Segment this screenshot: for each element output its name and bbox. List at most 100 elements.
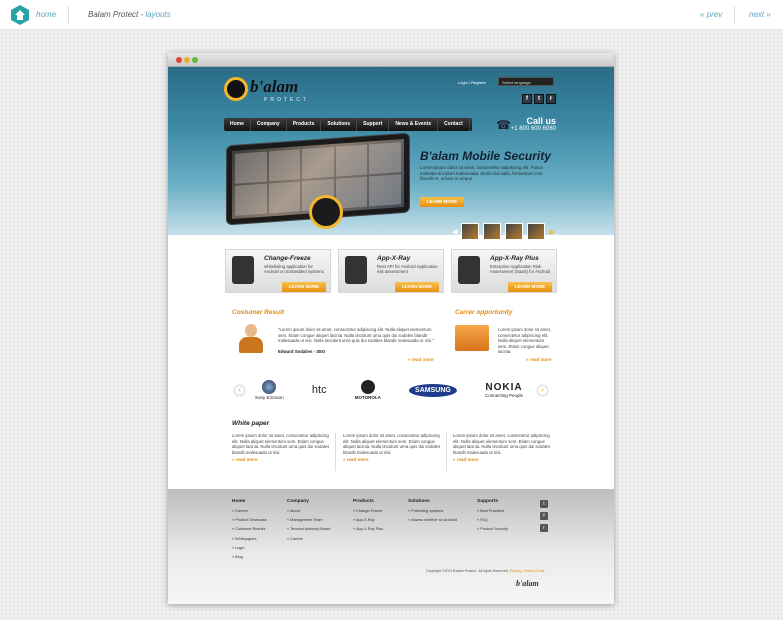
whitepaper-text: Lorem ipsum dolor sit amet, consectetur … <box>232 433 330 455</box>
top-bar: home Balam Protect - layouts « prev next… <box>0 0 783 30</box>
footer-link[interactable]: » Tecnical Advisory Board <box>287 527 330 531</box>
feature-card: App-X-Ray Rest API for Android Applicati… <box>338 249 444 293</box>
feature-title: Change-Freeze <box>264 255 311 262</box>
nav-home[interactable]: Home <box>224 118 251 131</box>
whitepaper-col: Lorem ipsum dolor sit amet, consectetur … <box>453 433 553 462</box>
feature-learn-more-button[interactable]: LEARN MORE <box>508 282 552 292</box>
career-title: Carrer opportunity <box>455 309 513 316</box>
call-us: Call us +1 800 600 6060 <box>506 116 556 132</box>
phone-number: +1 800 600 6060 <box>510 126 556 132</box>
footer-link[interactable]: » Product Security <box>477 527 508 531</box>
footer-col-products: Products » Change-Freeze » App-X-Ray » A… <box>353 499 383 537</box>
close-dot[interactable] <box>176 57 182 63</box>
footer-link[interactable]: » Change-Freeze <box>353 509 383 513</box>
site-footer: Home » Carrers » Product Showcase » Cust… <box>168 489 614 604</box>
next-arrow-icon[interactable]: ▶ <box>549 228 554 236</box>
copyright-text: Copyright ©2011 B'alam Protect . All rig… <box>426 569 509 573</box>
divider <box>68 6 69 24</box>
divider <box>446 433 447 471</box>
slider-thumb[interactable] <box>527 223 546 240</box>
nav-news-events[interactable]: News & Events <box>389 118 439 131</box>
footer-link[interactable]: » Customer Results <box>232 527 267 531</box>
next-link[interactable]: next » <box>749 10 771 19</box>
customer-read-more[interactable]: » read more <box>408 357 434 362</box>
feature-title: App-X-Ray <box>377 255 411 262</box>
prev-arrow-icon[interactable]: ◀ <box>452 228 457 236</box>
twitter-icon[interactable]: t <box>534 94 544 104</box>
career-read-more[interactable]: » read more <box>526 357 552 362</box>
maximize-dot[interactable] <box>192 57 198 63</box>
main-nav: Home Company Products Solutions Support … <box>224 118 472 131</box>
footer-link[interactable]: » Blog <box>232 555 267 559</box>
footer-link[interactable]: » App-X-Ray <box>353 518 383 522</box>
footer-col-home: Home » Carrers » Product Showcase » Cust… <box>232 499 267 564</box>
customer-avatar-icon <box>238 324 264 354</box>
prev-link[interactable]: « prev <box>700 10 722 19</box>
career-text: Lorem ipsum dolor sit amet, consectetur … <box>498 327 552 354</box>
brand-logos: Sony Ericsson htc MOTOROLA SAMSUNG NOKIA… <box>231 375 547 405</box>
footer-col-solutions: Solutions » Protecting systems » Assess … <box>408 499 457 527</box>
whitepaper-col: Lorem ipsum dolor sit amet, consectetur … <box>343 433 443 462</box>
facebook-icon[interactable]: f <box>540 512 548 520</box>
whitepaper-text: Lorem ipsum dolor sit amet, consectetur … <box>453 433 551 455</box>
home-link[interactable]: home <box>36 10 56 19</box>
whitepaper-col: Lorem ipsum dolor sit amet, consectetur … <box>232 433 332 462</box>
hero-title: B'alam Mobile Security <box>420 149 551 163</box>
footer-link[interactable]: » Whitepapers <box>232 537 267 541</box>
footer-link[interactable]: » Login <box>232 546 267 550</box>
folder-icon <box>455 325 489 351</box>
feature-desc: Rest API for Android Application risk as… <box>377 264 438 274</box>
footer-link[interactable]: » Management Team <box>287 518 330 522</box>
feature-title: App-X-Ray Plus <box>490 255 539 262</box>
feature-learn-more-button[interactable]: LEARN MORE <box>282 282 326 292</box>
brands-next-icon[interactable]: › <box>537 385 548 396</box>
legal-links[interactable]: Privacy | Terms of Use <box>510 569 545 573</box>
tablet-icon <box>232 256 254 284</box>
slider-thumb[interactable] <box>461 223 480 240</box>
slider-thumb[interactable] <box>483 223 502 240</box>
footer-link[interactable]: » Best Practices <box>477 509 508 513</box>
phone-plus-icon <box>458 256 480 284</box>
footer-heading: Supports <box>477 499 499 504</box>
hero-badge-icon <box>309 195 343 229</box>
minimize-dot[interactable] <box>184 57 190 63</box>
nav-solutions[interactable]: Solutions <box>321 118 358 131</box>
whitepaper-read-more[interactable]: » read more <box>232 457 332 462</box>
whitepaper-read-more[interactable]: » read more <box>453 457 553 462</box>
nav-company[interactable]: Company <box>251 118 287 131</box>
slider-thumb[interactable] <box>505 223 524 240</box>
twitter-icon[interactable]: t <box>540 500 548 508</box>
footer-link[interactable]: » Carrers <box>287 537 330 541</box>
login-link[interactable]: Login / Register <box>458 80 486 85</box>
whitepaper-read-more[interactable]: » read more <box>343 457 443 462</box>
page-title: Balam Protect - layouts <box>88 10 171 19</box>
rss-icon[interactable]: r <box>540 524 548 532</box>
brand-motorola: MOTOROLA <box>355 380 381 400</box>
footer-link[interactable]: » App-X-Ray Plus <box>353 527 383 531</box>
nav-support[interactable]: Support <box>357 118 390 131</box>
footer-logo[interactable]: b'alam <box>516 579 539 588</box>
footer-link[interactable]: » Protecting systems <box>408 509 457 513</box>
rss-icon[interactable]: r <box>546 94 556 104</box>
footer-link[interactable]: » About <box>287 509 330 513</box>
footer-link[interactable]: » Product Showcase <box>232 518 267 522</box>
feature-learn-more-button[interactable]: LEARN MORE <box>395 282 439 292</box>
logo-sub: PROTECT <box>264 97 309 103</box>
footer-heading: Solutions <box>408 499 430 504</box>
footer-link[interactable]: » FAQ <box>477 518 508 522</box>
footer-link[interactable]: » Assess whether an Android <box>408 518 457 522</box>
customer-title: Costumer Result <box>232 309 285 316</box>
language-select[interactable]: Select language <box>498 77 554 86</box>
nav-contact[interactable]: Contact <box>438 118 470 131</box>
home-icon[interactable] <box>10 5 30 25</box>
customer-author: Edward Sodalies - SEO <box>278 349 326 354</box>
nav-products[interactable]: Products <box>287 118 322 131</box>
brand-nokia: NOKIA Connecting People <box>484 382 523 398</box>
footer-heading: Products <box>353 499 374 504</box>
browser-window: b'alam PROTECT Login / Register Select l… <box>168 53 614 604</box>
divider <box>734 6 735 24</box>
facebook-icon[interactable]: f <box>522 94 532 104</box>
hero-learn-more-button[interactable]: LEARN MORE <box>420 197 464 207</box>
customer-quote: "Lorem ipsum dolor sit amet, consectetur… <box>278 327 434 343</box>
footer-link[interactable]: » Carrers <box>232 509 267 513</box>
